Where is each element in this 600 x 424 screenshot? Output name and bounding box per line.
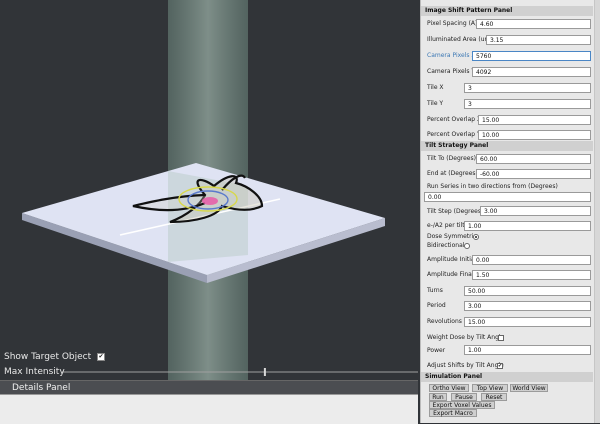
image-shift-panel-title: Image Shift Pattern Panel — [421, 6, 593, 16]
percent-overlap-x-input[interactable]: 15.00 — [478, 115, 591, 125]
amplitude-final-label: Amplitude Final — [427, 271, 474, 278]
ortho-view-button[interactable]: Ortho View — [429, 384, 469, 392]
bidirectional-label: Bidirectional — [427, 242, 465, 249]
tilt-step-input[interactable]: 3.00 — [480, 206, 591, 216]
export-macro-button[interactable]: Export Macro — [429, 409, 477, 417]
max-intensity-handle — [263, 368, 266, 376]
turns-label: Turns — [427, 287, 443, 294]
weight-dose-label: Weight Dose by Tilt Angle — [427, 334, 505, 341]
pixel-spacing-input[interactable]: 4.60 — [476, 19, 591, 29]
turns-input[interactable]: 50.00 — [464, 286, 591, 296]
adjust-shifts-checkbox[interactable]: ✔ — [497, 363, 503, 369]
amplitude-final-input[interactable]: 1.50 — [472, 270, 591, 280]
simulation-panel-title: Simulation Panel — [421, 372, 593, 382]
end-at-input[interactable]: -60.00 — [476, 169, 591, 179]
run-button[interactable]: Run — [429, 393, 447, 401]
power-label: Power — [427, 347, 446, 354]
amplitude-initial-input[interactable]: 0.00 — [472, 255, 591, 265]
show-target-row: Show Target Object ✔ — [4, 352, 106, 362]
tile-x-input[interactable]: 3 — [464, 83, 591, 93]
period-label: Period — [427, 302, 446, 309]
pink-center — [202, 197, 218, 205]
details-panel-title: Details Panel — [12, 383, 71, 393]
revolutions-label: Revolutions — [427, 318, 462, 325]
tile-y-input[interactable]: 3 — [464, 99, 591, 109]
percent-overlap-x-label: Percent Overlap X — [427, 116, 482, 123]
panel-scrollbar[interactable] — [594, 0, 600, 423]
illuminated-area-label: Illuminated Area (um) — [427, 36, 493, 43]
camera-pixels-y-label: Camera Pixels Y — [427, 68, 476, 75]
camera-pixels-x-label: Camera Pixels X — [427, 52, 476, 59]
tilt-step-label: Tilt Step (Degrees) — [427, 208, 484, 215]
export-voxel-button[interactable]: Export Voxel Values — [429, 401, 495, 409]
top-view-button[interactable]: Top View — [472, 384, 508, 392]
details-panel-header[interactable]: Details Panel — [0, 380, 418, 395]
end-at-label: End at (Degrees) — [427, 170, 478, 177]
simulation-viewport[interactable]: Show Target Object ✔ Max Intensity — [0, 0, 420, 423]
pause-button[interactable]: Pause — [451, 393, 477, 401]
revolutions-input[interactable]: 15.00 — [464, 317, 591, 327]
e-per-tilt-label: e-/A2 per tilt — [427, 222, 465, 229]
reset-button[interactable]: Reset — [481, 393, 507, 401]
percent-overlap-y-label: Percent Overlap Y — [427, 131, 481, 138]
illuminated-area-input[interactable]: 3.15 — [486, 35, 591, 45]
run-series-label: Run Series in two directions from (Degre… — [427, 183, 558, 190]
e-per-tilt-input[interactable]: 1.00 — [464, 221, 591, 231]
bidirectional-radio[interactable] — [464, 243, 470, 249]
show-target-label: Show Target Object — [4, 352, 92, 362]
camera-pixels-x-input[interactable]: 5760 — [472, 51, 591, 61]
world-view-button[interactable]: World View — [510, 384, 548, 392]
tile-y-label: Tile Y — [427, 100, 444, 107]
power-input[interactable]: 1.00 — [464, 345, 591, 355]
tile-x-label: Tile X — [427, 84, 444, 91]
weight-dose-checkbox[interactable] — [498, 335, 504, 341]
pixel-spacing-label: Pixel Spacing (A) — [427, 20, 478, 27]
amplitude-initial-label: Amplitude Initial — [427, 256, 477, 263]
details-panel-body — [0, 394, 418, 424]
camera-pixels-y-input[interactable]: 4092 — [472, 67, 591, 77]
tilt-to-input[interactable]: 60.00 — [476, 154, 591, 164]
percent-overlap-y-input[interactable]: 10.00 — [478, 130, 591, 140]
period-input[interactable]: 3.00 — [464, 301, 591, 311]
tilt-strategy-panel-title: Tilt Strategy Panel — [421, 141, 593, 151]
dose-symmetric-radio[interactable] — [473, 234, 479, 240]
run-series-input[interactable]: 0.00 — [424, 192, 591, 202]
dose-symmetric-label: Dose Symmetric — [427, 233, 477, 240]
max-intensity-label: Max Intensity — [4, 367, 65, 377]
adjust-shifts-label: Adjust Shifts by Tilt Angle — [427, 362, 504, 369]
tilt-to-label: Tilt To (Degrees) — [427, 155, 476, 162]
show-target-checkbox[interactable]: ✔ — [97, 352, 106, 361]
